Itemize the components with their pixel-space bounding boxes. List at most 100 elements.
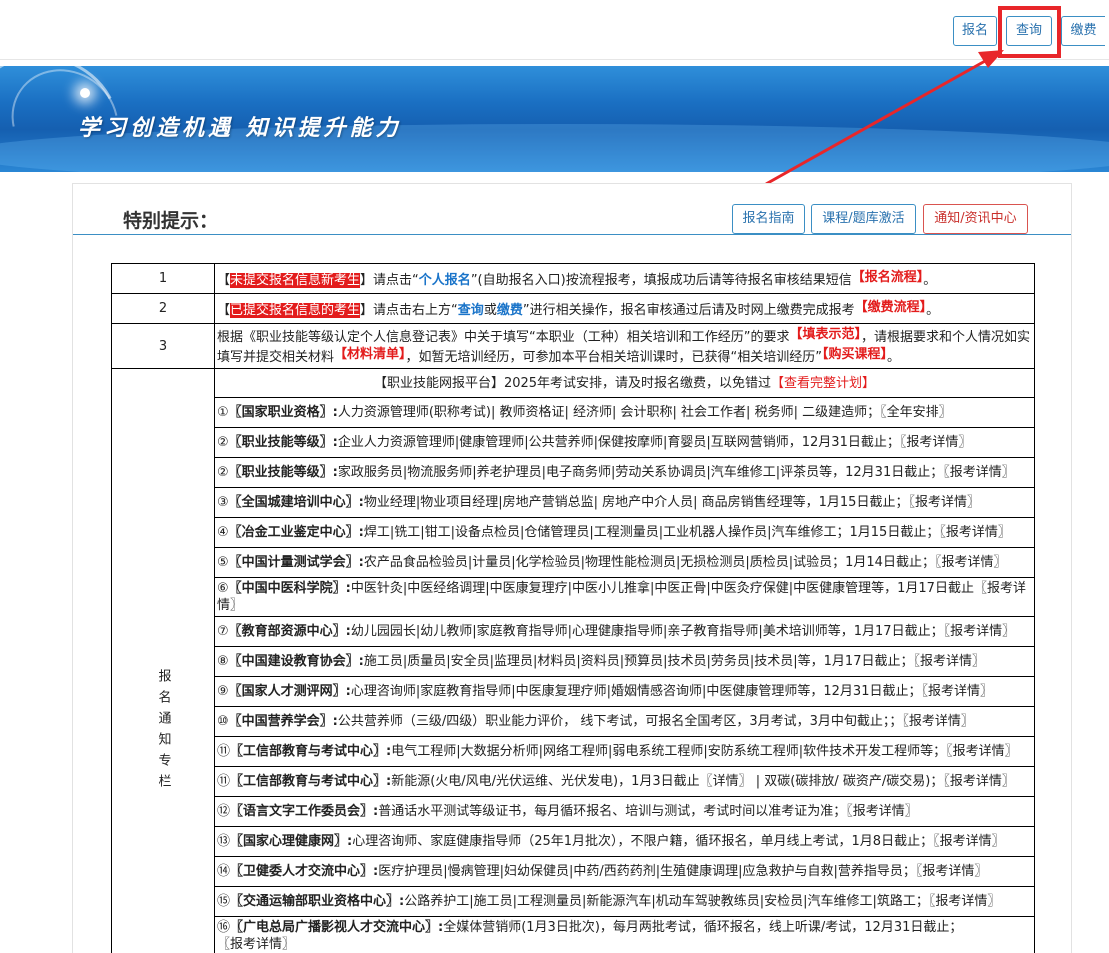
- full-plan-link[interactable]: 【查看完整计划】: [771, 376, 875, 391]
- pay-link[interactable]: 缴费: [497, 303, 523, 318]
- item-number: ②: [217, 465, 229, 480]
- item-org: 〖全国城建培训中心〗:: [229, 495, 364, 510]
- item-text: 医疗护理员|慢病管理|妇幼保健员|中药/西药药剂|生殖健康调理|应急救护与自救|…: [378, 864, 916, 879]
- signup-guide-button[interactable]: 报名指南: [732, 204, 805, 234]
- item-org: 〖冶金工业鉴定中心〗:: [229, 525, 364, 540]
- list-item-cell: ⑨〖国家人才测评网〗:心理咨询师|家庭教育指导师|中医康复理疗师|婚姻情感咨询师…: [215, 677, 1035, 707]
- list-item-cell: ⑤〖中国计量测试学会〗:农产品食品检验员|计量员|化学检验员|物理性能检测员|无…: [215, 548, 1035, 578]
- list-item: ②〖职业技能等级〗:家政服务员|物流服务师|养老护理员|电子商务师|劳动关系协调…: [112, 458, 1035, 488]
- item-number: ⑮: [217, 894, 230, 909]
- pay-process-link[interactable]: 【缴费流程】: [855, 300, 927, 315]
- note-text: 【已提交报名信息的考生】请点击右上方“查询或缴费”进行相关操作，报名审核通过后请…: [215, 294, 1035, 324]
- item-number: ⑥: [217, 581, 229, 596]
- item-detail-link[interactable]: 〖报考详情〗: [921, 684, 993, 699]
- note-text-part: 或: [484, 303, 497, 318]
- course-activate-button[interactable]: 课程/题库激活: [811, 204, 916, 234]
- item-detail-link[interactable]: 〖报考详情〗: [933, 834, 1005, 849]
- buy-course-link[interactable]: 【购买课程】: [822, 347, 887, 362]
- item-number: ⑨: [217, 684, 229, 699]
- list-item-cell: ⑯〖广电总局广播影视人才交流中心〗:全媒体营销师(1月3日批次)，每月两批考试，…: [215, 917, 1035, 953]
- item-detail-link[interactable]: 〖报考详情〗: [913, 654, 985, 669]
- item-text: 公路养护工|施工员|工程测量员|新能源汽车|机动车驾驶教练员|安检员|汽车维修工…: [404, 894, 929, 909]
- note-text-part: 根据《职业技能等级认定个人信息登记表》中关于填写“本职业（工种）相关培训和工作经…: [217, 330, 789, 345]
- item-detail-link[interactable]: 〖报考详情〗: [846, 804, 918, 819]
- list-item-cell: ⑪〖工信部教育与考试中心〗:电气工程师|大数据分析师|网络工程师|弱电系统工程师…: [215, 737, 1035, 767]
- item-number: ⑦: [217, 624, 229, 639]
- list-item-cell: ②〖职业技能等级〗:家政服务员|物流服务师|养老护理员|电子商务师|劳动关系协调…: [215, 458, 1035, 488]
- note-end: 。: [926, 303, 939, 318]
- banner-star-icon: [80, 88, 90, 98]
- notice-center-button[interactable]: 通知/资讯中心: [923, 204, 1028, 234]
- item-org: 〖国家心理健康网〗:: [230, 834, 352, 849]
- item-detail-link[interactable]: 〖报考详情〗: [935, 555, 1007, 570]
- personal-signup-link[interactable]: 个人报名: [419, 273, 471, 288]
- note-text-part: 请点击“: [373, 273, 419, 288]
- item-detail-link[interactable]: 〖报考详情〗: [943, 774, 1015, 789]
- query-link[interactable]: 查询: [458, 303, 484, 318]
- top-bar: 报名 查询 缴费: [0, 0, 1109, 60]
- item-detail-link[interactable]: 〖报考详情〗: [944, 624, 1016, 639]
- query-highlight-box: [998, 6, 1061, 58]
- note-end: 。: [887, 350, 900, 365]
- item-number: ②: [217, 435, 229, 450]
- panel-divider: [73, 234, 1071, 235]
- item-number: ⑭: [217, 864, 230, 879]
- item-number: ⑬: [217, 834, 230, 849]
- item-detail-link[interactable]: 〖报考详情〗: [908, 495, 980, 510]
- note-text-part: ”进行相关操作，报名审核通过后请及时网上缴费完成报考: [523, 303, 855, 318]
- item-detail-link[interactable]: 〖报考详情〗: [217, 937, 295, 952]
- panel-title: 特别提示：: [123, 206, 218, 233]
- item-text: 新能源(火电/风电/光伏运维、光伏发电)，1月3日截止〖详情〗 | 双碳(碳排放…: [391, 774, 943, 789]
- item-detail-link[interactable]: 〖报考详情〗: [943, 465, 1015, 480]
- pay-button[interactable]: 缴费: [1061, 16, 1105, 46]
- form-example-link[interactable]: 【填表示范】: [789, 327, 861, 342]
- note-text-part: ”(自助报名入口)按流程报考，填报成功后请等待报名审核结果短信: [471, 273, 852, 288]
- item-number: ⑪: [217, 774, 230, 789]
- note-text: 【未提交报名信息新考生】请点击“个人报名”(自助报名入口)按流程报考，填报成功后…: [215, 264, 1035, 294]
- note-number: 2: [112, 294, 215, 324]
- item-org: 〖国家人才测评网〗:: [229, 684, 351, 699]
- signup-process-link[interactable]: 【报名流程】: [852, 270, 924, 285]
- signup-button[interactable]: 报名: [953, 16, 997, 46]
- list-item-cell: ⑪〖工信部教育与考试中心〗:新能源(火电/风电/光伏运维、光伏发电)，1月3日截…: [215, 767, 1035, 797]
- list-item-cell: ⑩〖中国营养学会〗:公共营养师（三级/四级）职业能力评价， 线下考试，可报名全国…: [215, 707, 1035, 737]
- item-number: ①: [217, 405, 229, 420]
- side-column-label: 报名通知专栏: [112, 369, 215, 953]
- item-detail-link[interactable]: 〖报考详情〗: [939, 525, 1011, 540]
- item-detail-link[interactable]: 〖全年安排〗: [880, 405, 952, 420]
- item-number: ⑤: [217, 555, 229, 570]
- item-detail-link[interactable]: 〖报考详情〗: [929, 894, 1001, 909]
- list-item: ⑧〖中国建设教育协会〗:施工员|质量员|安全员|监理员|材料员|资料员|预算员|…: [112, 647, 1035, 677]
- item-text: 电气工程师|大数据分析师|网络工程师|弱电系统工程师|安防系统工程师|软件技术开…: [391, 744, 946, 759]
- list-item: ⑪〖工信部教育与考试中心〗:新能源(火电/风电/光伏运维、光伏发电)，1月3日截…: [112, 767, 1035, 797]
- item-text: 幼儿园园长|幼儿教师|家庭教育指导师|心理健康指导师|亲子教育指导师|美术培训师…: [351, 624, 944, 639]
- list-item: ⑫〖语言文字工作委员会〗:普通话水平测试等级证书，每月循环报名、培训与测试，考试…: [112, 797, 1035, 827]
- item-number: ⑧: [217, 654, 229, 669]
- list-item-cell: ⑧〖中国建设教育协会〗:施工员|质量员|安全员|监理员|材料员|资料员|预算员|…: [215, 647, 1035, 677]
- material-list-link[interactable]: 【材料清单】: [334, 347, 406, 362]
- item-text: 人力资源管理师(职称考试)| 教师资格证| 经济师| 会计职称| 社会工作者| …: [338, 405, 880, 420]
- item-detail-link[interactable]: 〖报考详情〗: [900, 435, 972, 450]
- list-item-cell: ④〖冶金工业鉴定中心〗:焊工|铣工|钳工|设备点检员|仓储管理员|工程测量员|工…: [215, 518, 1035, 548]
- item-number: ⑫: [217, 804, 230, 819]
- item-text: 焊工|铣工|钳工|设备点检员|仓储管理员|工程测量员|工业机器人操作员|汽车维修…: [364, 525, 939, 540]
- note-tag: 未提交报名信息新考生: [230, 273, 360, 288]
- item-text: 心理咨询师、家庭健康指导师（25年1月批次），不限户籍，循环报名，单月线上考试，…: [352, 834, 933, 849]
- item-detail-link[interactable]: 〖报考详情〗: [946, 744, 1018, 759]
- list-item: ⑦〖教育部资源中心〗:幼儿园园长|幼儿教师|家庭教育指导师|心理健康指导师|亲子…: [112, 617, 1035, 647]
- item-org: 〖工信部教育与考试中心〗:: [230, 774, 391, 789]
- item-org: 〖中国中医科学院〗:: [229, 581, 351, 596]
- item-detail-link[interactable]: 〖报考详情〗: [902, 714, 974, 729]
- list-item: ⑩〖中国营养学会〗:公共营养师（三级/四级）职业能力评价， 线下考试，可报名全国…: [112, 707, 1035, 737]
- note-row: 1 【未提交报名信息新考生】请点击“个人报名”(自助报名入口)按流程报考，填报成…: [112, 264, 1035, 294]
- item-org: 〖广电总局广播影视人才交流中心〗:: [230, 920, 443, 935]
- item-detail-link[interactable]: 〖报考详情〗: [916, 864, 988, 879]
- item-org: 〖中国建设教育协会〗:: [229, 654, 364, 669]
- item-text: 企业人力资源管理师|健康管理师|公共营养师|保健按摩师|育婴员|互联网营销师，1…: [338, 435, 900, 450]
- item-org: 〖国家职业资格〗:: [229, 405, 338, 420]
- notice-table: 1 【未提交报名信息新考生】请点击“个人报名”(自助报名入口)按流程报考，填报成…: [111, 263, 1035, 953]
- schedule-intro-text: 【职业技能网报平台】2025年考试安排，请及时报名缴费，以免错过: [374, 376, 771, 391]
- item-org: 〖教育部资源中心〗:: [229, 624, 351, 639]
- item-text: 心理咨询师|家庭教育指导师|中医康复理疗师|婚姻情感咨询师|中医健康管理师等，1…: [351, 684, 922, 699]
- note-number: 3: [112, 324, 215, 369]
